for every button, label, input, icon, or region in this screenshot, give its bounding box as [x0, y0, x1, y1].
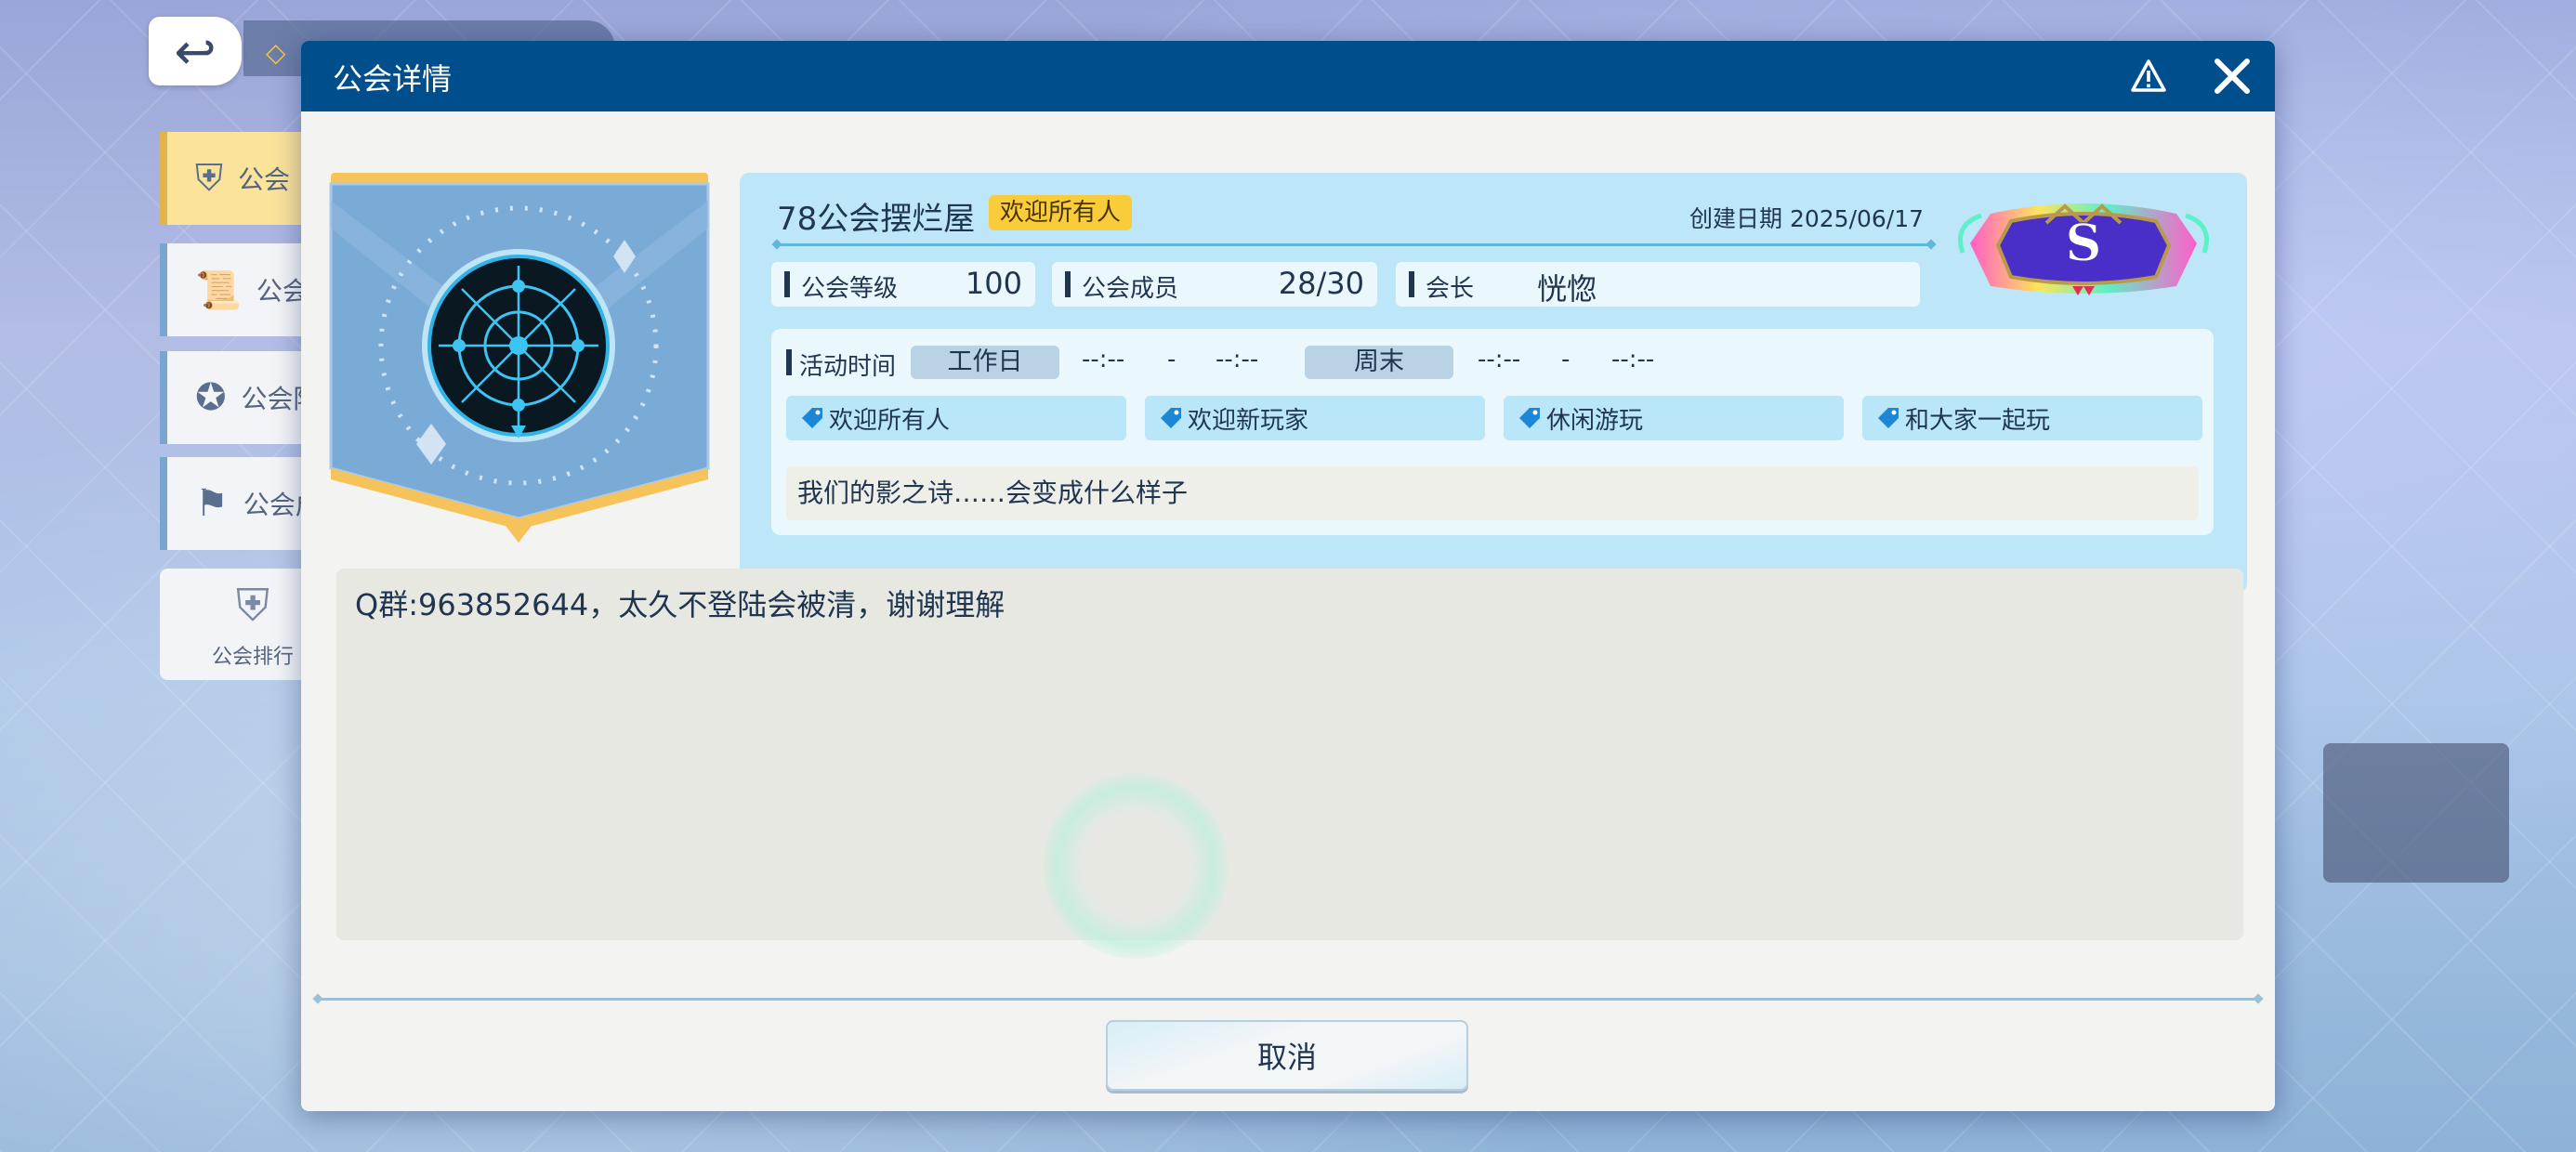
report-warning-icon[interactable]	[2128, 56, 2169, 97]
cancel-button[interactable]: 取消	[1106, 1020, 1468, 1091]
guild-notice-text: Q群:963852644，太久不登陆会被清，谢谢理解	[355, 587, 1005, 622]
dialog-header: 公会详情	[301, 41, 2275, 111]
tag-icon	[802, 408, 822, 428]
guild-name: 78公会摆烂屋	[777, 201, 976, 238]
diamond-icon: ◇	[266, 37, 286, 68]
tag-label: 欢迎新玩家	[1188, 406, 1309, 435]
welcome-badge: 欢迎所有人	[989, 195, 1133, 230]
guild-notice-box: Q群:963852644，太久不登陆会被清，谢谢理解	[336, 569, 2243, 959]
guild-detail-dialog: 公会详情 78公会摆烂屋 欢迎所有人 创建日期 2025/06/17 公会等级 …	[301, 41, 2275, 1111]
weekday-separator: -	[1167, 346, 1176, 373]
weekend-separator: -	[1561, 346, 1571, 373]
header-divider	[777, 243, 1931, 246]
guild-members-stat: 公会成员 28/30	[1052, 262, 1377, 307]
guild-tag: 欢迎所有人	[786, 396, 1126, 440]
activity-time-label: 活动时间	[799, 353, 897, 381]
ribbon-icon: ✪	[195, 376, 227, 419]
weekday-pill: 工作日	[911, 346, 1059, 379]
rank-letter: S	[2066, 213, 2102, 272]
tag-icon	[1878, 408, 1899, 428]
laurel-shield-icon: ⛨	[235, 579, 269, 632]
guild-leader-stat: 会长 恍惚	[1396, 262, 1920, 307]
footer-divider	[318, 998, 2258, 1001]
weekend-end-time: --:--	[1611, 346, 1655, 373]
guild-members-label: 公会成员	[1082, 275, 1179, 303]
guild-detail-box: 活动时间 工作日 --:-- - --:-- 周末 --:-- - --:-- …	[771, 329, 2214, 535]
glow-ring-decoration	[1043, 773, 1229, 959]
back-button[interactable]: ↩	[149, 17, 242, 85]
create-date: 创建日期 2025/06/17	[1689, 205, 1925, 232]
tag-icon	[1161, 408, 1181, 428]
weekday-start-time: --:--	[1082, 346, 1125, 373]
close-icon[interactable]	[2206, 50, 2258, 102]
shield-icon: ⛨	[195, 157, 223, 200]
weekend-start-time: --:--	[1478, 346, 1521, 373]
back-arrow-icon: ↩	[174, 21, 217, 81]
guild-level-value: 100	[965, 266, 1022, 301]
guild-leader-label: 会长	[1426, 275, 1475, 303]
guild-level-stat: 公会等级 100	[771, 262, 1035, 307]
tag-label: 休闲游玩	[1546, 406, 1644, 435]
scroll-icon: 📜	[195, 268, 242, 312]
guild-level-label: 公会等级	[801, 275, 899, 303]
guild-members-value: 28/30	[1278, 266, 1364, 301]
guild-tag: 和大家一起玩	[1862, 396, 2202, 440]
weekday-end-time: --:--	[1216, 346, 1259, 373]
dialog-title: 公会详情	[333, 61, 453, 97]
guild-info-panel: 78公会摆烂屋 欢迎所有人 创建日期 2025/06/17 公会等级 100 公…	[740, 173, 2247, 593]
weekend-pill: 周末	[1305, 346, 1453, 379]
guild-tag: 欢迎新玩家	[1145, 396, 1485, 440]
nav-item-label: 公会排行	[211, 645, 294, 669]
background-screen	[2323, 743, 2509, 883]
nav-item-label: 公会	[238, 164, 291, 195]
guild-emblem-banner	[329, 173, 710, 591]
tag-label: 欢迎所有人	[829, 406, 951, 435]
flag-icon: ⚑	[195, 482, 229, 525]
tag-label: 和大家一起玩	[1905, 406, 2051, 435]
tag-icon	[1519, 408, 1540, 428]
guild-tag: 休闲游玩	[1504, 396, 1844, 440]
guild-leader-value[interactable]: 恍惚	[1537, 266, 1597, 308]
guild-rank-badge: S	[1953, 197, 2214, 308]
guild-motto: 我们的影之诗……会变成什么样子	[786, 466, 2199, 520]
